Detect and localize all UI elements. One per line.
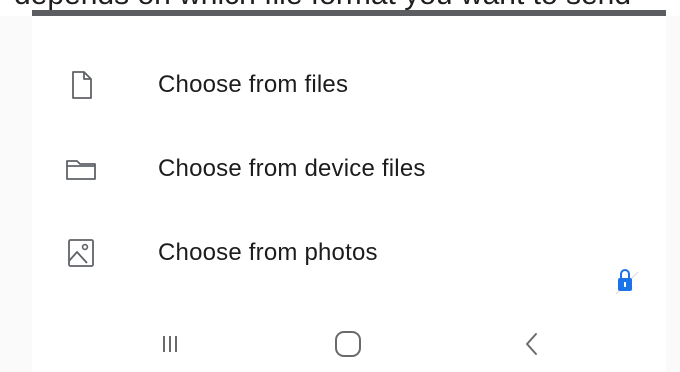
choose-from-photos-option[interactable]: Choose from photos bbox=[32, 218, 666, 288]
folder-icon bbox=[64, 152, 98, 186]
home-button[interactable] bbox=[318, 324, 378, 368]
choose-from-device-files-label: Choose from device files bbox=[158, 155, 426, 182]
lock-icon bbox=[615, 266, 639, 296]
back-button[interactable] bbox=[502, 324, 562, 368]
choose-from-files-label: Choose from files bbox=[158, 71, 349, 98]
sheet-top-bar bbox=[32, 10, 666, 16]
recent-apps-icon bbox=[156, 330, 184, 363]
back-icon bbox=[519, 329, 545, 364]
file-icon bbox=[64, 68, 98, 102]
recent-apps-button[interactable] bbox=[140, 324, 200, 368]
choose-from-photos-label: Choose from photos bbox=[158, 239, 378, 266]
navigation-bar bbox=[32, 318, 666, 372]
image-icon bbox=[64, 236, 98, 270]
choose-from-files-option[interactable]: Choose from files bbox=[32, 50, 666, 120]
choose-from-device-files-option[interactable]: Choose from device files bbox=[32, 134, 666, 204]
bottom-sheet: Choose from files Choose from device fil… bbox=[32, 10, 666, 372]
home-icon bbox=[331, 327, 365, 366]
